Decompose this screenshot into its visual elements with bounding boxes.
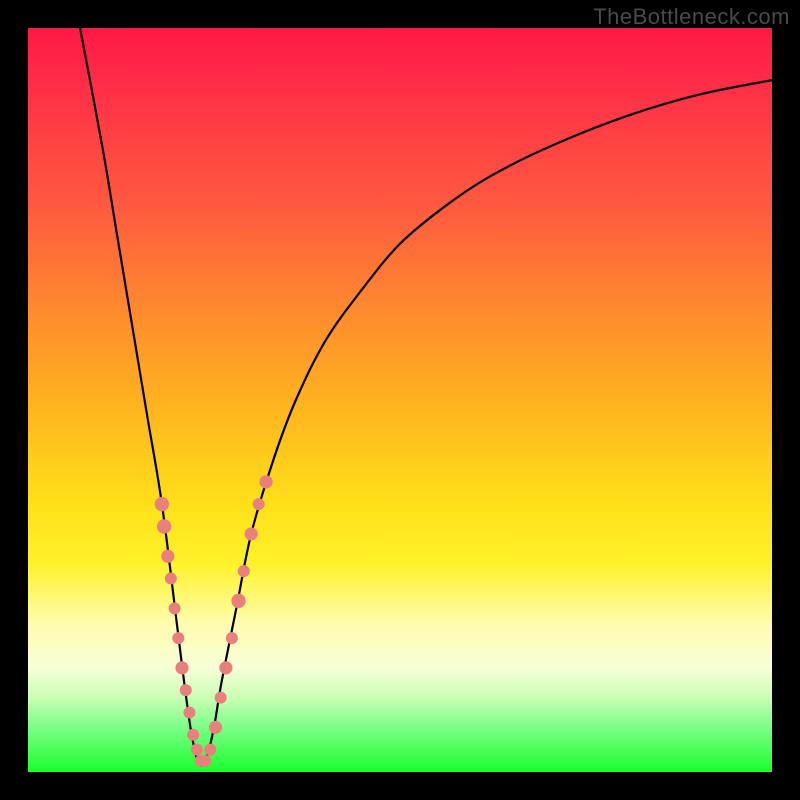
data-dot xyxy=(175,661,188,674)
data-dot xyxy=(180,684,192,696)
data-dot xyxy=(155,497,169,511)
bottleneck-curve-svg xyxy=(28,28,772,772)
data-dot xyxy=(169,602,181,614)
data-dot xyxy=(226,632,238,644)
data-dot xyxy=(165,573,177,585)
data-dot xyxy=(161,550,174,563)
plot-area xyxy=(28,28,772,772)
bottleneck-curve xyxy=(80,28,772,766)
data-dot xyxy=(238,565,250,577)
data-dot xyxy=(209,721,222,734)
chart-frame: TheBottleneck.com xyxy=(0,0,800,800)
data-dot xyxy=(219,661,232,674)
data-dot xyxy=(191,744,203,756)
data-dot xyxy=(187,729,199,741)
data-dot xyxy=(172,632,184,644)
data-dot xyxy=(199,755,211,767)
watermark-text: TheBottleneck.com xyxy=(593,4,790,30)
data-dot xyxy=(204,744,216,756)
data-dot xyxy=(259,475,272,488)
data-dot xyxy=(157,519,171,533)
data-dot xyxy=(231,594,245,608)
data-dot xyxy=(183,706,195,718)
data-dot xyxy=(245,527,258,540)
data-dot xyxy=(253,498,265,510)
data-dot xyxy=(215,692,227,704)
